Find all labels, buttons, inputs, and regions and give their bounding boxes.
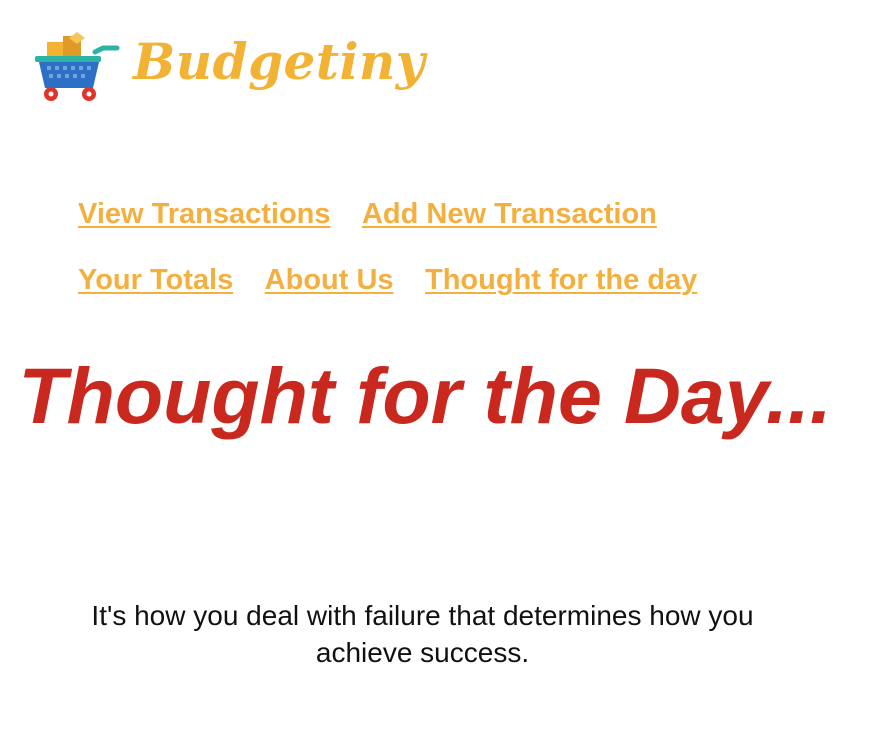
brand-name: Budgetiny — [133, 32, 426, 91]
nav-link-add-new-transaction[interactable]: Add New Transaction — [362, 198, 657, 230]
quote-line-2: achieve success. — [315, 637, 530, 668]
page-title: Thought for the Day... — [18, 351, 832, 440]
shopping-cart-icon — [35, 32, 120, 101]
site-logo[interactable]: Budgetiny — [33, 26, 425, 118]
thought-quote: It's how you deal with failure that dete… — [0, 597, 845, 671]
nav-link-view-transactions[interactable]: View Transactions — [78, 198, 331, 230]
nav-link-your-totals[interactable]: Your Totals — [78, 264, 233, 296]
main-nav-row-1: View Transactions Add New Transaction — [78, 198, 657, 231]
main-nav-row-2: Your Totals About Us Thought for the day — [78, 264, 697, 297]
quote-line-1: It's how you deal with failure that dete… — [91, 600, 754, 631]
nav-link-thought-for-the-day[interactable]: Thought for the day — [425, 264, 697, 296]
nav-link-about-us[interactable]: About Us — [265, 264, 394, 296]
